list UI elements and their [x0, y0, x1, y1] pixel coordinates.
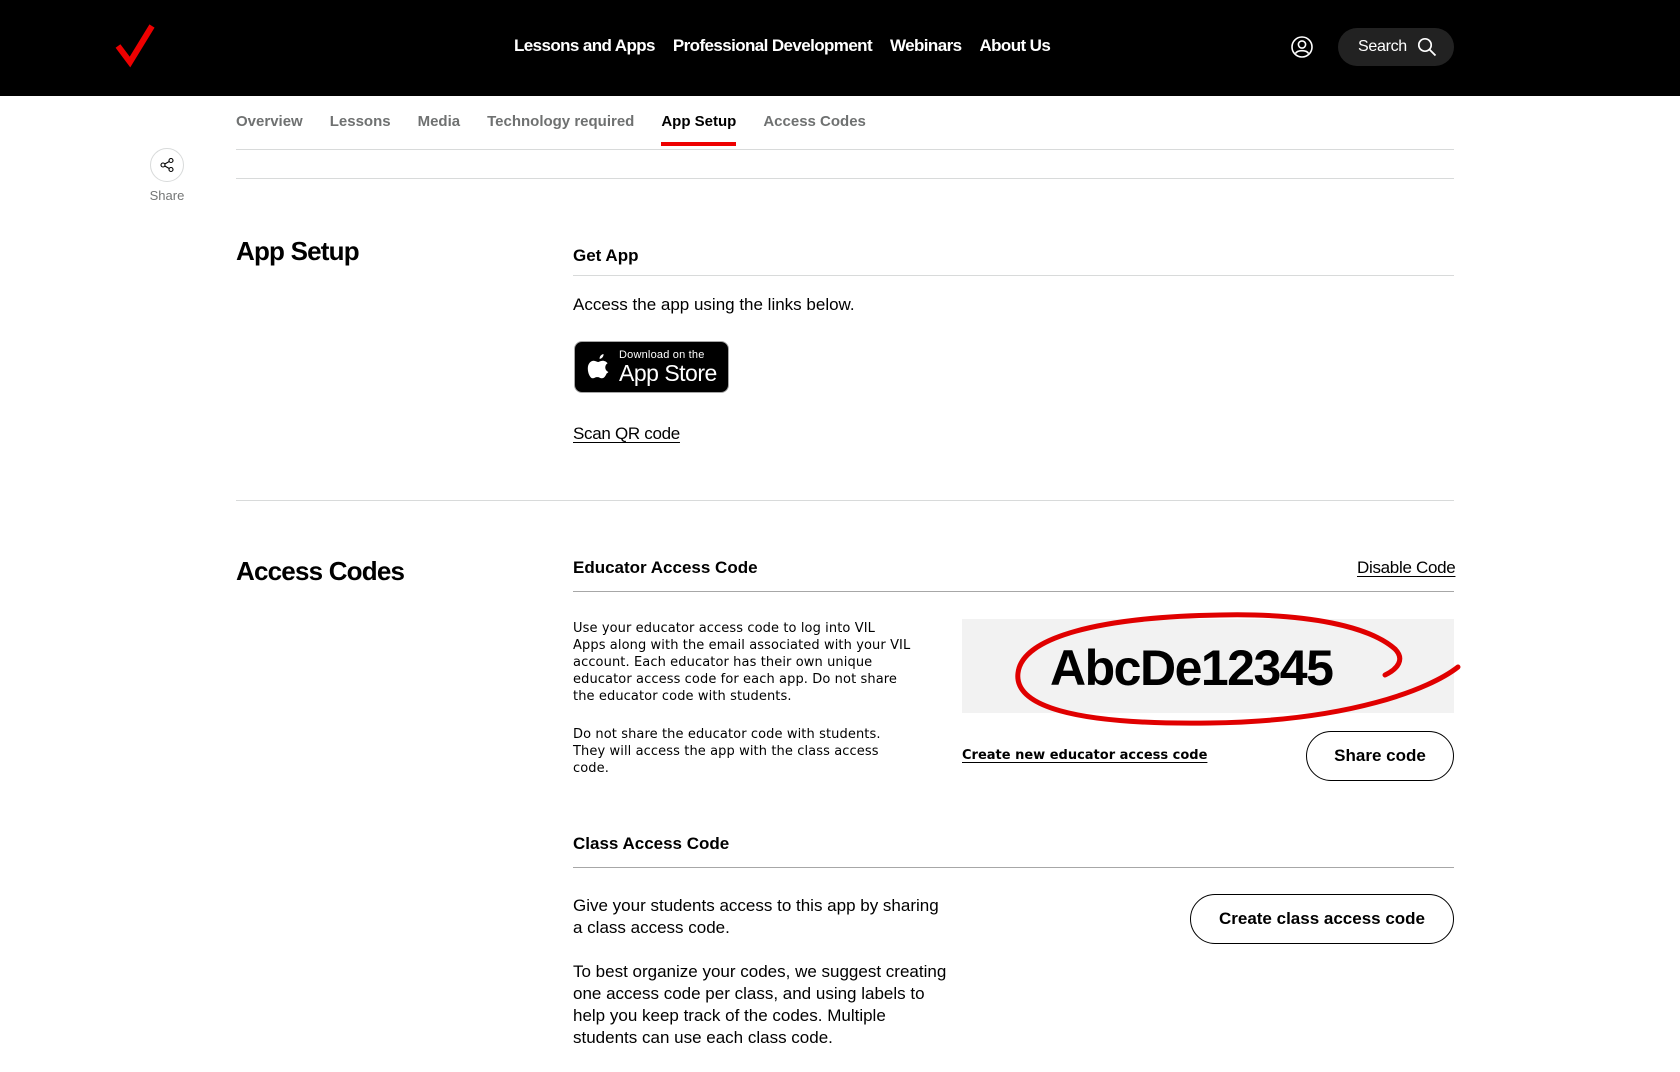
educator-code-description: Use your educator access code to log int…	[573, 620, 910, 705]
divider	[236, 500, 1454, 501]
tab-lessons[interactable]: Lessons	[330, 113, 391, 146]
scan-qr-code-link[interactable]: Scan QR code	[573, 424, 680, 444]
educator-code-warning: Do not share the educator code with stud…	[573, 726, 881, 777]
share-code-button[interactable]: Share code	[1306, 731, 1454, 781]
class-code-tip: To best organize your codes, we suggest …	[573, 961, 946, 1049]
text-line: They will access the app with the class …	[573, 744, 879, 759]
get-app-description: Access the app using the links below.	[573, 295, 855, 314]
text-line: students can use each class code.	[573, 1028, 833, 1047]
divider	[236, 178, 1454, 179]
disable-code-link[interactable]: Disable Code	[1357, 558, 1456, 578]
text-line: a class access code.	[573, 918, 730, 937]
verizon-checkmark-logo[interactable]	[114, 22, 158, 68]
tab-overview[interactable]: Overview	[236, 113, 303, 146]
app-store-big-text: App Store	[619, 359, 717, 386]
tab-media[interactable]: Media	[418, 113, 461, 146]
red-annotation-ellipse	[1015, 612, 1461, 726]
section-tabs: Overview Lessons Media Technology requir…	[236, 0, 1454, 150]
text-line: Give your students access to this app by…	[573, 896, 939, 915]
class-code-description: Give your students access to this app by…	[573, 895, 939, 939]
apple-icon	[587, 354, 609, 379]
app-store-text: Download on the App Store	[619, 348, 717, 386]
tab-app-setup[interactable]: App Setup	[661, 113, 737, 146]
text-line: To best organize your codes, we suggest …	[573, 962, 947, 981]
app-store-badge[interactable]: Download on the App Store	[574, 341, 729, 393]
share-icon	[160, 157, 174, 173]
share-widget[interactable]: Share	[148, 148, 186, 203]
class-access-code-heading: Class Access Code	[573, 834, 730, 853]
text-line: code.	[573, 761, 609, 776]
app-setup-title: App Setup	[236, 236, 360, 266]
text-line: help you keep track of the codes. Multip…	[573, 1006, 886, 1025]
text-line: the educator code with students.	[573, 689, 792, 704]
access-codes-title: Access Codes	[236, 556, 405, 586]
divider	[573, 867, 1454, 868]
text-line: Do not share the educator code with stud…	[573, 727, 881, 742]
create-class-access-code-button[interactable]: Create class access code	[1190, 894, 1454, 944]
get-app-heading: Get App	[573, 246, 639, 265]
divider	[573, 275, 1454, 276]
text-line: Use your educator access code to log int…	[573, 621, 875, 636]
text-line: Apps along with the email associated wit…	[573, 638, 911, 653]
text-line: account. Each educator has their own uni…	[573, 655, 873, 670]
text-line: one access code per class, and using lab…	[573, 984, 925, 1003]
create-new-educator-code-link[interactable]: Create new educator access code	[962, 748, 1207, 763]
divider	[573, 591, 1454, 592]
share-label: Share	[149, 188, 185, 203]
share-button[interactable]	[150, 148, 184, 182]
text-line: educator access code for each app. Do no…	[573, 672, 898, 687]
educator-access-code-heading: Educator Access Code	[573, 558, 758, 577]
tab-technology-required[interactable]: Technology required	[487, 113, 634, 146]
app-store-small-text: Download on the	[619, 348, 705, 361]
tab-access-codes[interactable]: Access Codes	[763, 113, 866, 146]
